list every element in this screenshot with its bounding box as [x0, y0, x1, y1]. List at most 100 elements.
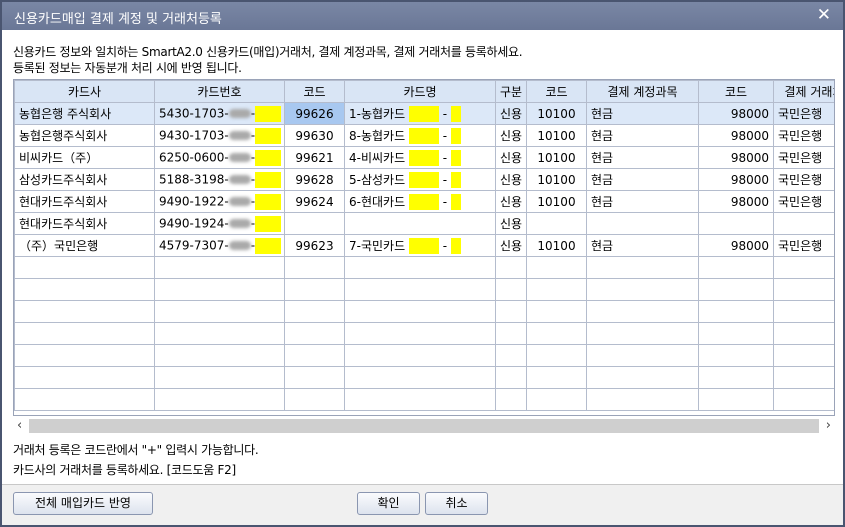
type-cell[interactable]: 신용	[495, 124, 527, 147]
masked-digits	[228, 175, 251, 184]
vendor-code-cell[interactable]: 98000	[698, 124, 774, 147]
horizontal-scrollbar[interactable]: ‹ ›	[13, 418, 835, 435]
vendor-code-cell[interactable]: 98000	[698, 102, 774, 125]
account-cell[interactable]: 현금	[586, 168, 699, 191]
table-row[interactable]: 농협은행주식회사 9430-1703- -99630 8-농협카드 - 신용 10100…	[14, 124, 834, 147]
empty-row[interactable]	[14, 322, 834, 345]
vendor-cell[interactable]: 국민은행	[773, 234, 834, 257]
card-number-cell[interactable]: 9430-1703- -	[154, 124, 285, 147]
account-code-cell[interactable]: 10100	[526, 234, 587, 257]
account-code-cell[interactable]: 10100	[526, 190, 587, 213]
card-company-cell[interactable]: 비씨카드（주）	[14, 146, 155, 169]
empty-row[interactable]	[14, 278, 834, 301]
type-cell[interactable]: 신용	[495, 234, 527, 257]
card-number-cell[interactable]: 5188-3198- -	[154, 168, 285, 191]
column-header[interactable]: 결제 거래처	[773, 80, 834, 103]
card-name-cell[interactable]: 7-국민카드 -	[344, 234, 496, 257]
code-cell[interactable]: 99623	[284, 234, 345, 257]
empty-row[interactable]	[14, 366, 834, 389]
vendor-cell[interactable]: 국민은행	[773, 146, 834, 169]
card-name-cell[interactable]: 6-현대카드 -	[344, 190, 496, 213]
column-header[interactable]: 카드사	[14, 80, 155, 103]
card-name-cell[interactable]: 5-삼성카드 -	[344, 168, 496, 191]
account-code-cell[interactable]: 10100	[526, 124, 587, 147]
scroll-right-icon[interactable]: ›	[826, 418, 831, 433]
vendor-cell[interactable]: 국민은행	[773, 190, 834, 213]
column-header[interactable]: 결제 계정과목	[586, 80, 699, 103]
card-number-cell[interactable]: 9490-1924- -	[154, 212, 285, 235]
table-row[interactable]: 비씨카드（주） 6250-0600- -99621 4-비씨카드 - 신용 10100 현…	[14, 146, 834, 169]
vendor-code-cell[interactable]	[698, 212, 774, 235]
empty-row[interactable]	[14, 344, 834, 367]
card-name-cell[interactable]	[344, 212, 496, 235]
account-code-cell[interactable]: 10100	[526, 102, 587, 125]
card-company-cell[interactable]: 삼성카드주식회사	[14, 168, 155, 191]
vendor-cell[interactable]: 국민은행	[773, 102, 834, 125]
column-header[interactable]: 코드	[284, 80, 345, 103]
type-cell[interactable]: 신용	[495, 212, 527, 235]
account-code-cell[interactable]: 10100	[526, 146, 587, 169]
table-row[interactable]: （주）국민은행 4579-7307- -99623 7-국민카드 - 신용 10100 현…	[14, 234, 834, 257]
account-cell[interactable]: 현금	[586, 146, 699, 169]
card-name: 1-농협카드	[349, 106, 406, 121]
apply-all-cards-button[interactable]: 전체 매입카드 반영	[13, 492, 153, 515]
table-row[interactable]: 삼성카드주식회사 5188-3198- -99628 5-삼성카드 - 신용 10100…	[14, 168, 834, 191]
scrollbar-thumb[interactable]	[29, 419, 819, 433]
code-cell[interactable]: 99621	[284, 146, 345, 169]
vendor-cell[interactable]	[773, 212, 834, 235]
vendor-code-cell[interactable]: 98000	[698, 234, 774, 257]
account-code-cell[interactable]: 10100	[526, 168, 587, 191]
cancel-button[interactable]: 취소	[425, 492, 488, 515]
masked-digits	[228, 131, 251, 140]
ok-button[interactable]: 확인	[357, 492, 420, 515]
card-number-cell[interactable]: 9490-1922- -	[154, 190, 285, 213]
card-company-cell[interactable]: 농협은행 주식회사	[14, 102, 155, 125]
account-cell[interactable]: 현금	[586, 102, 699, 125]
card-number-cell[interactable]: 6250-0600- -	[154, 146, 285, 169]
table-row[interactable]: 현대카드주식회사 9490-1922- -99624 6-현대카드 - 신용 10100…	[14, 190, 834, 213]
code-cell[interactable]	[284, 212, 345, 235]
account-cell[interactable]	[586, 212, 699, 235]
vendor-code-cell[interactable]: 98000	[698, 168, 774, 191]
vendor-cell[interactable]: 국민은행	[773, 124, 834, 147]
card-company-cell[interactable]: 현대카드주식회사	[14, 212, 155, 235]
scroll-left-icon[interactable]: ‹	[17, 418, 22, 433]
table-row[interactable]: 현대카드주식회사 9490-1924- - 신용	[14, 212, 834, 235]
vendor-code-cell[interactable]: 98000	[698, 146, 774, 169]
code-cell[interactable]: 99628	[284, 168, 345, 191]
card-number-cell[interactable]: 5430-1703- -	[154, 102, 285, 125]
card-name-cell[interactable]: 4-비씨카드 -	[344, 146, 496, 169]
card-number-cell[interactable]: 4579-7307- -	[154, 234, 285, 257]
card-company-cell[interactable]: 현대카드주식회사	[14, 190, 155, 213]
empty-row[interactable]	[14, 300, 834, 323]
card-company-cell[interactable]: （주）국민은행	[14, 234, 155, 257]
card-name-cell[interactable]: 1-농협카드 -	[344, 102, 496, 125]
empty-row[interactable]	[14, 256, 834, 279]
masked-digits	[228, 219, 251, 228]
card-name: 7-국민카드	[349, 238, 406, 253]
account-cell[interactable]: 현금	[586, 234, 699, 257]
column-header[interactable]: 코드	[526, 80, 587, 103]
type-cell[interactable]: 신용	[495, 190, 527, 213]
card-name-cell[interactable]: 8-농협카드 -	[344, 124, 496, 147]
code-cell[interactable]: 99630	[284, 124, 345, 147]
account-code-cell[interactable]	[526, 212, 587, 235]
type-cell[interactable]: 신용	[495, 168, 527, 191]
code-cell[interactable]: 99624	[284, 190, 345, 213]
type-cell[interactable]: 신용	[495, 146, 527, 169]
account-cell[interactable]: 현금	[586, 190, 699, 213]
type-cell[interactable]: 신용	[495, 102, 527, 125]
account-cell[interactable]: 현금	[586, 124, 699, 147]
empty-row[interactable]	[14, 388, 834, 411]
vendor-cell[interactable]: 국민은행	[773, 168, 834, 191]
close-icon[interactable]: ✕	[817, 5, 831, 25]
column-header[interactable]: 코드	[698, 80, 774, 103]
vendor-code-cell[interactable]: 98000	[698, 190, 774, 213]
code-cell[interactable]: 99626	[284, 102, 345, 125]
column-header[interactable]: 카드명	[344, 80, 496, 103]
column-header[interactable]: 카드번호	[154, 80, 285, 103]
redacted-mark	[450, 194, 461, 211]
table-row[interactable]: 농협은행 주식회사 5430-1703- -99626 1-농협카드 - 신용 1010…	[14, 102, 834, 125]
card-company-cell[interactable]: 농협은행주식회사	[14, 124, 155, 147]
column-header[interactable]: 구분	[495, 80, 527, 103]
